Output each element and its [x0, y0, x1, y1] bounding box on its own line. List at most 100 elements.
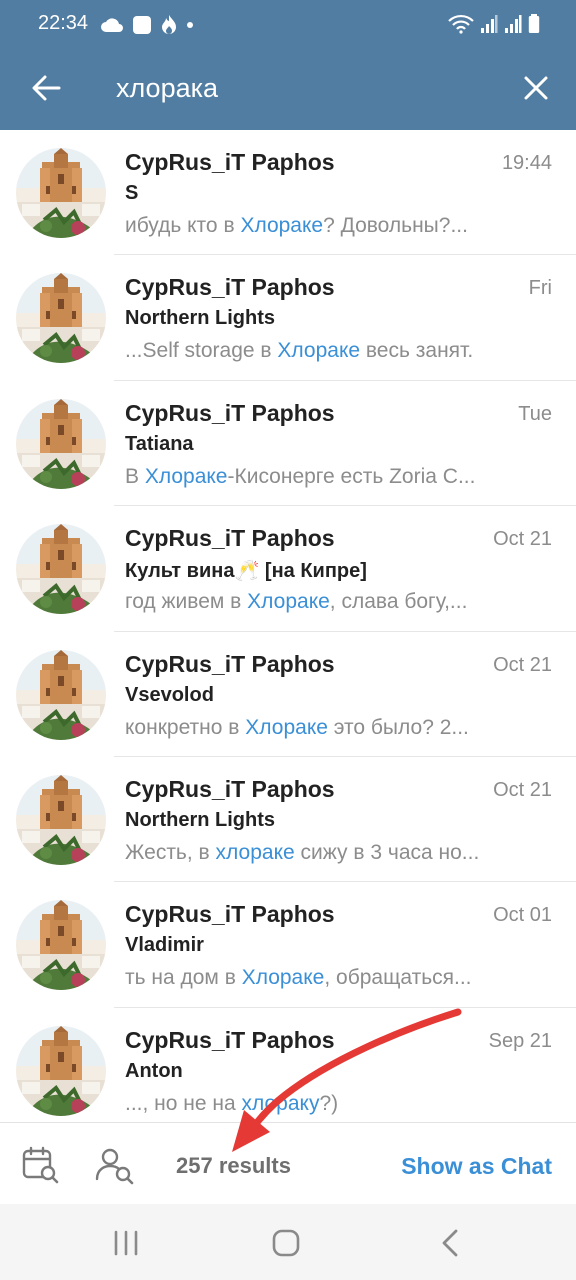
signal-icon — [505, 15, 522, 33]
search-result-item[interactable]: CypRus_iT Paphos Fri Northern Lights ...… — [0, 255, 576, 382]
home-icon — [272, 1229, 300, 1257]
snippet-text: конкретно в — [125, 715, 246, 739]
message-date: Tue — [518, 402, 552, 425]
message-snippet: ть на дом в Хлораке, обращаться... — [125, 966, 525, 990]
chat-avatar-image — [16, 774, 106, 865]
search-bottom-bar: 257 results Show as Chat — [0, 1122, 576, 1204]
chat-name: CypRus_iT Paphos — [125, 650, 335, 677]
message-date: Oct 01 — [493, 904, 552, 927]
close-button[interactable] — [516, 68, 556, 108]
chat-avatar-image — [16, 900, 106, 991]
snippet-text: В — [125, 464, 145, 488]
chat-avatar-image — [16, 148, 106, 238]
message-snippet: ..., но не на хлораку?) — [125, 1092, 525, 1116]
message-date: 19:44 — [501, 152, 552, 174]
snippet-text: сижу в 3 часа но... — [294, 840, 480, 864]
message-snippet: ...Self storage в Хлораке весь занят. — [125, 339, 525, 363]
search-result-item[interactable]: CypRus_iT Paphos Oct 01 Vladimir ть на д… — [0, 882, 576, 1009]
snippet-text: ибудь кто в — [125, 214, 241, 237]
search-highlight: Хлораке — [247, 590, 330, 614]
snippet-text: ...Self storage в — [125, 339, 278, 363]
snippet-text: год живем в — [125, 590, 248, 614]
back-icon — [442, 1229, 458, 1257]
search-result-item[interactable]: CypRus_iT Paphos Oct 21 Vsevolod конкрет… — [0, 632, 576, 758]
search-highlight: хлораке — [215, 840, 295, 864]
battery-icon — [528, 14, 540, 33]
chat-avatar — [16, 1025, 106, 1116]
chat-avatar — [16, 398, 106, 489]
search-highlight: Хлораке — [277, 339, 361, 363]
message-snippet: ибудь кто в Хлораке? Довольны?... — [125, 214, 525, 238]
search-results-list: CypRus_iT Paphos 19:44 S ибудь кто в Хло… — [0, 130, 576, 1122]
flame-icon — [162, 15, 176, 34]
snippet-text: ?) — [319, 1091, 339, 1115]
chat-avatar-image — [16, 1025, 106, 1116]
chat-avatar — [16, 524, 106, 615]
message-date: Oct 21 — [493, 653, 552, 676]
wifi-icon — [448, 14, 474, 34]
message-snippet: год живем в Хлораке, слава богу,... — [125, 590, 525, 614]
message-snippet: В Хлораке-Кисонерге есть Zoria C... — [125, 465, 525, 489]
snippet-text: Жесть, в — [125, 840, 216, 864]
chat-name: CypRus_iT Paphos — [125, 901, 335, 928]
snippet-text: это было? 2... — [327, 715, 469, 739]
chat-avatar-image — [16, 273, 106, 364]
snippet-text: ? Довольны?... — [323, 214, 468, 237]
chat-avatar-image — [16, 398, 106, 489]
sender-name: S — [125, 182, 139, 204]
nav-home-button[interactable] — [272, 1229, 300, 1257]
search-input[interactable] — [116, 66, 496, 110]
search-header — [0, 50, 576, 130]
chat-avatar — [16, 273, 106, 364]
sender-name: Anton — [125, 1059, 183, 1082]
search-highlight: хлораку — [241, 1091, 320, 1115]
message-date: Fri — [528, 277, 552, 300]
nav-back-button[interactable] — [436, 1228, 464, 1258]
user-search-icon — [95, 1148, 134, 1185]
chat-avatar-image — [16, 649, 106, 740]
message-snippet: Жесть, в хлораке сижу в 3 часа но... — [125, 841, 525, 865]
status-right-icons — [448, 14, 540, 34]
search-result-item[interactable]: CypRus_iT Paphos 19:44 S ибудь кто в Хло… — [0, 130, 576, 256]
search-result-item[interactable]: CypRus_iT Paphos Oct 21 Northern Lights … — [0, 757, 576, 883]
dot-icon — [187, 22, 193, 28]
sender-name: Vladimir — [125, 934, 204, 957]
chat-avatar — [16, 900, 106, 991]
back-button[interactable] — [26, 68, 66, 108]
snippet-text: , слава богу,... — [329, 590, 468, 614]
nav-recents-button[interactable] — [110, 1228, 142, 1258]
chat-avatar — [16, 774, 106, 865]
snippet-text: ..., но не на — [125, 1091, 242, 1115]
search-result-item[interactable]: CypRus_iT Paphos Oct 21 Культ вина🥂 [на … — [0, 506, 576, 632]
chat-name: CypRus_iT Paphos — [125, 274, 335, 301]
search-result-item[interactable]: CypRus_iT Paphos Tue Tatiana В Хлораке-К… — [0, 381, 576, 507]
message-snippet: конкретно в Хлораке это было? 2... — [125, 716, 525, 740]
chat-avatar — [16, 649, 106, 740]
search-result-item[interactable]: CypRus_iT Paphos Sep 21 Anton ..., но не… — [0, 1008, 576, 1122]
status-left-icons — [100, 14, 194, 36]
sender-name: Vsevolod — [125, 683, 214, 706]
sender-name: Tatiana — [125, 432, 194, 455]
snippet-text: ть на дом в — [125, 966, 242, 990]
chat-avatar-image — [16, 524, 106, 615]
search-highlight: Хлораке — [241, 966, 325, 990]
sender-name: Northern Lights — [125, 307, 275, 330]
chat-name: CypRus_iT Paphos — [125, 775, 335, 802]
show-as-chat-button[interactable]: Show as Chat — [401, 1153, 552, 1180]
android-nav-bar — [0, 1204, 576, 1280]
recents-icon — [114, 1230, 138, 1256]
status-time: 22:34 — [38, 12, 89, 34]
message-date: Sep 21 — [488, 1029, 552, 1052]
sender-name: Northern Lights — [125, 808, 275, 831]
message-date: Oct 21 — [493, 528, 552, 551]
calendar-search-button[interactable] — [20, 1145, 60, 1185]
chat-avatar — [16, 148, 106, 238]
message-date: Oct 21 — [493, 778, 552, 801]
chat-name: CypRus_iT Paphos — [125, 1026, 335, 1053]
search-highlight: Хлораке — [240, 214, 324, 237]
status-bar: 22:34 — [0, 0, 576, 50]
results-count: 257 results — [176, 1153, 291, 1178]
user-search-button[interactable] — [94, 1145, 136, 1185]
calendar-search-icon — [22, 1146, 59, 1184]
snippet-text: весь занят. — [360, 339, 474, 363]
